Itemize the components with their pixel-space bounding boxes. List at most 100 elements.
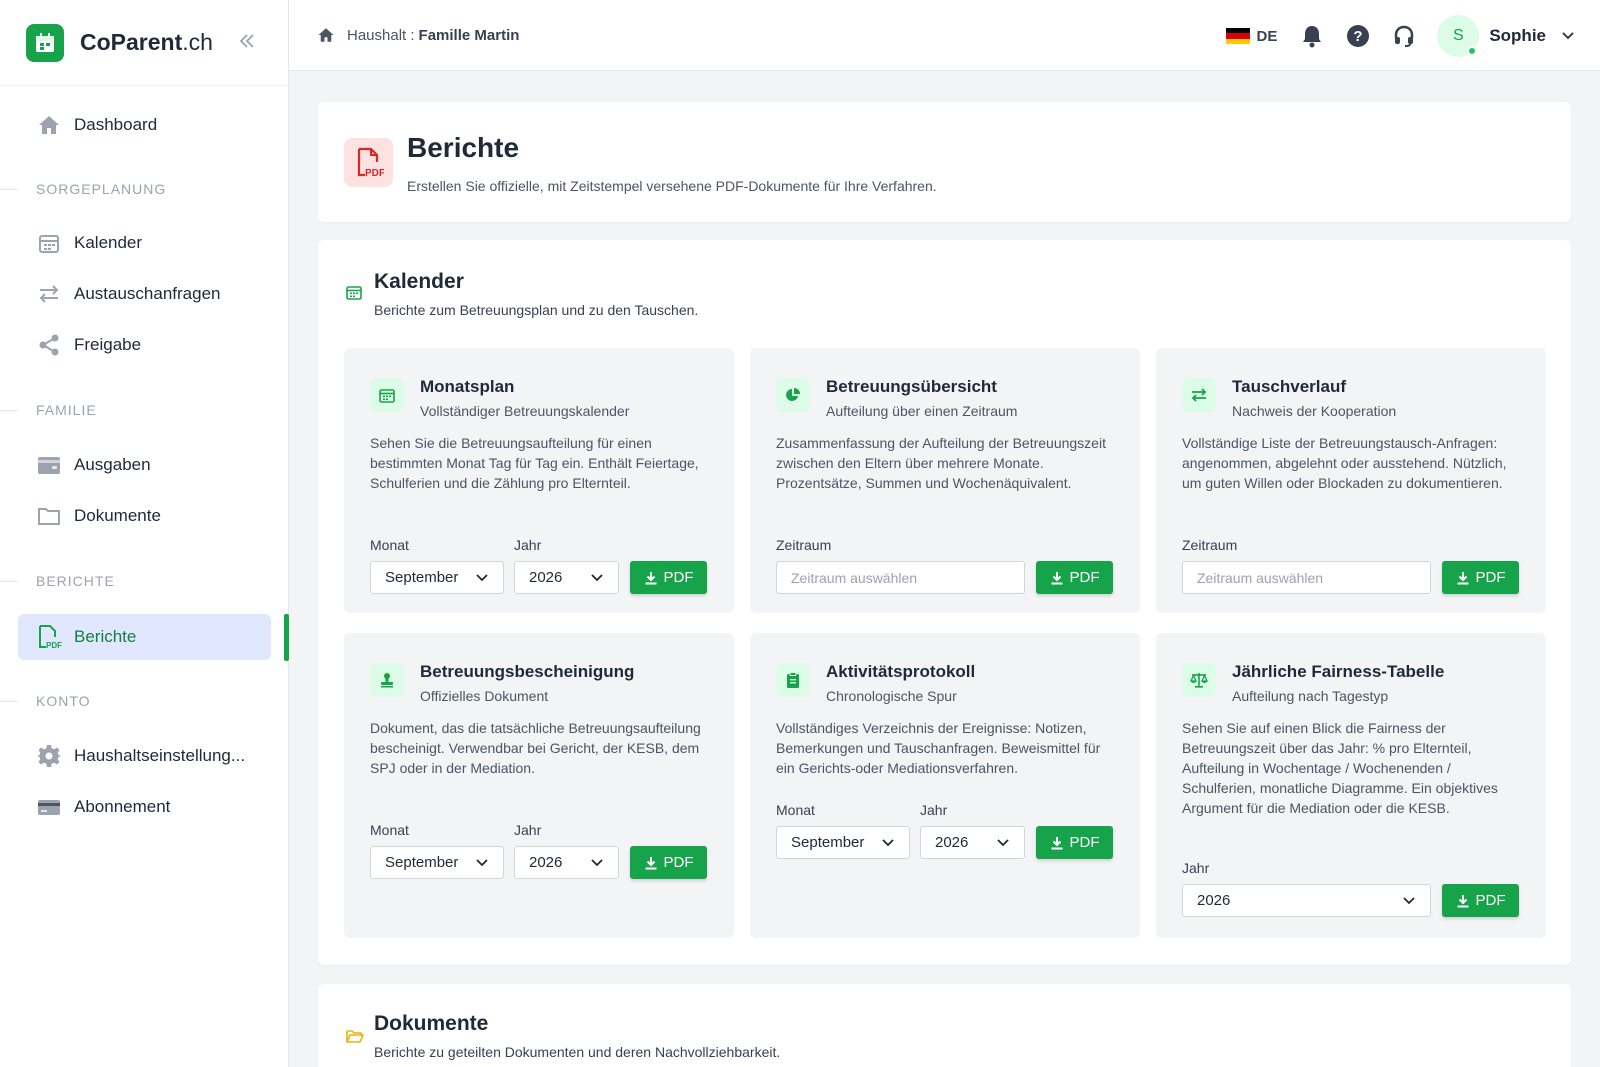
section-title: Dokumente (374, 1012, 489, 1035)
bell-icon[interactable] (1299, 23, 1325, 49)
month-label: Monat (370, 537, 409, 553)
year-select[interactable]: 2026 (920, 826, 1025, 859)
month-label: Monat (370, 822, 409, 838)
report-description: Vollständiges Verzeichnis der Ereignisse… (776, 720, 1101, 776)
sidebar-item-label: Freigabe (74, 335, 142, 354)
calendar-icon (36, 230, 62, 256)
year-label: Jahr (514, 822, 542, 838)
report-subtitle: Chronologische Spur (826, 688, 957, 704)
section-label-konto: KONTO (36, 693, 91, 709)
report-title: Betreuungsübersicht (826, 377, 997, 396)
download-icon (645, 856, 656, 869)
report-title: Tauschverlauf (1232, 377, 1347, 396)
calendar-logo-icon (26, 23, 64, 62)
year-label: Jahr (1182, 860, 1210, 876)
date-range-input[interactable]: Zeitraum auswählen (776, 561, 1025, 594)
month-select[interactable]: September (776, 826, 910, 859)
svg-text:PDF: PDF (365, 168, 384, 179)
folder-open-icon (346, 1028, 365, 1049)
chevron-down-icon (475, 856, 489, 874)
chevron-down-icon[interactable] (1560, 28, 1576, 44)
download-pdf-button[interactable]: PDF (1036, 826, 1113, 859)
sidebar: CoParent.ch Dashboard SORGEPLANUNG Kalen… (0, 0, 289, 1067)
stamp-icon (370, 663, 404, 697)
chevron-down-icon (1402, 894, 1416, 912)
month-label: Monat (776, 802, 815, 818)
report-card-aktivitaetsprotokoll: Aktivitätsprotokoll Chronologische Spur … (750, 633, 1140, 938)
sidebar-item-austauschanfragen[interactable]: Austauschanfragen (18, 271, 271, 317)
report-card-monatsplan: Monatsplan Vollständiger Betreuungskalen… (344, 348, 734, 613)
year-select[interactable]: 2026 (1182, 884, 1431, 917)
sidebar-item-haushaltseinstellungen[interactable]: Haushaltseinstellung... (18, 733, 271, 779)
sidebar-item-dokumente[interactable]: Dokumente (18, 493, 271, 539)
month-select[interactable]: September (370, 846, 504, 879)
page-header: PDF Berichte Erstellen Sie offizielle, m… (318, 102, 1571, 222)
download-pdf-button[interactable]: PDF (630, 561, 707, 594)
topbar: Haushalt : Famille Martin DE ? S Sophie (289, 0, 1600, 71)
pdf-file-icon: PDF (36, 624, 62, 650)
sidebar-item-dashboard[interactable]: Dashboard (18, 102, 271, 148)
sidebar-item-label: Berichte (74, 627, 137, 646)
download-pdf-button[interactable]: PDF (1036, 561, 1113, 594)
download-icon (1051, 571, 1062, 584)
avatar[interactable]: S (1437, 15, 1480, 57)
report-subtitle: Aufteilung über einen Zeitraum (826, 403, 1018, 419)
download-pdf-button[interactable]: PDF (1442, 884, 1519, 917)
report-card-betreuungsuebersicht: Betreuungsübersicht Aufteilung über eine… (750, 348, 1140, 613)
balance-scale-icon (1182, 663, 1216, 697)
report-card-fairness-tabelle: Jährliche Fairness-Tabelle Aufteilung na… (1156, 633, 1546, 938)
sidebar-item-berichte[interactable]: PDF Berichte (18, 614, 271, 660)
active-indicator (284, 614, 289, 661)
sidebar-item-freigabe[interactable]: Freigabe (18, 322, 271, 368)
year-label: Jahr (920, 802, 948, 818)
range-label: Zeitraum (776, 537, 832, 553)
report-title: Jährliche Fairness-Tabelle (1232, 662, 1445, 681)
chevron-down-icon (590, 571, 604, 589)
sidebar-item-label: Austauschanfragen (74, 284, 221, 303)
sidebar-item-ausgaben[interactable]: Ausgaben (18, 442, 271, 488)
breadcrumb-label: Haushalt : (347, 26, 415, 44)
help-icon[interactable]: ? (1345, 23, 1371, 49)
german-flag-icon (1226, 28, 1251, 44)
report-description: Sehen Sie auf einen Blick die Fairness d… (1182, 720, 1498, 816)
year-select[interactable]: 2026 (514, 846, 619, 879)
gear-icon (36, 743, 62, 769)
download-icon (1457, 894, 1468, 907)
section-subtitle: Berichte zum Betreuungsplan und zu den T… (374, 302, 699, 318)
calendar-icon (370, 378, 404, 412)
breadcrumb: Haushalt : Famille Martin (317, 26, 519, 44)
chevron-down-icon (475, 571, 489, 589)
download-pdf-button[interactable]: PDF (630, 846, 707, 879)
section-subtitle: Berichte zu geteilten Dokumenten und der… (374, 1044, 781, 1060)
report-title: Aktivitätsprotokoll (826, 662, 976, 681)
report-title: Betreuungsbescheinigung (420, 662, 635, 681)
swap-arrows-icon (1182, 378, 1216, 412)
report-card-tauschverlauf: Tauschverlauf Nachweis der Kooperation V… (1156, 348, 1546, 613)
user-name[interactable]: Sophie (1489, 26, 1546, 46)
report-description: Sehen Sie die Betreuungsaufteilung für e… (370, 435, 699, 491)
language-switcher[interactable]: DE (1226, 28, 1277, 45)
sidebar-item-label: Dokumente (74, 506, 161, 525)
chevron-down-icon (881, 836, 895, 854)
collapse-sidebar-icon[interactable] (238, 32, 256, 56)
breadcrumb-household[interactable]: Famille Martin (419, 27, 520, 44)
headset-icon[interactable] (1391, 23, 1417, 49)
download-icon (1457, 571, 1468, 584)
swap-arrows-icon (36, 281, 62, 307)
sidebar-item-kalender[interactable]: Kalender (18, 220, 271, 266)
home-icon[interactable] (317, 26, 335, 44)
download-pdf-button[interactable]: PDF (1442, 561, 1519, 594)
sidebar-item-label: Ausgaben (74, 455, 151, 474)
dokumente-reports-section: Dokumente Berichte zu geteilten Dokument… (318, 984, 1571, 1067)
page-title: Berichte (407, 132, 520, 163)
kalender-reports-section: Kalender Berichte zum Betreuungsplan und… (318, 240, 1571, 965)
year-select[interactable]: 2026 (514, 561, 619, 594)
svg-text:?: ? (1354, 28, 1363, 45)
month-select[interactable]: September (370, 561, 504, 594)
sidebar-item-label: Kalender (74, 233, 143, 252)
report-description: Vollständige Liste der Betreuungstausch-… (1182, 435, 1507, 491)
sidebar-item-label: Dashboard (74, 115, 158, 134)
sidebar-item-abonnement[interactable]: Abonnement (18, 784, 271, 830)
date-range-input[interactable]: Zeitraum auswählen (1182, 561, 1431, 594)
calendar-icon (346, 284, 362, 305)
